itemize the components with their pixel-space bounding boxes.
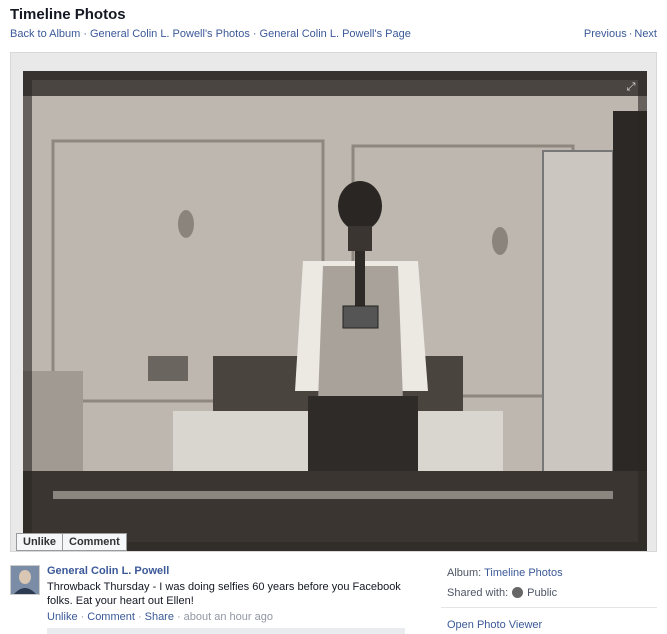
author-name[interactable]: General Colin L. Powell bbox=[47, 565, 169, 577]
avatar[interactable] bbox=[10, 565, 40, 595]
breadcrumb-separator: · bbox=[252, 28, 257, 40]
unlike-button[interactable]: Unlike bbox=[17, 534, 62, 550]
post-actions: Unlike · Comment · Share · about an hour ago bbox=[47, 611, 273, 623]
share-link[interactable]: Share bbox=[145, 611, 174, 623]
album-link[interactable]: Timeline Photos bbox=[484, 567, 562, 579]
photo-pager: Previous · Next bbox=[584, 28, 657, 40]
photo-illustration bbox=[23, 71, 647, 551]
post-caption: Throwback Thursday - I was doing selfies… bbox=[47, 581, 401, 607]
privacy-value[interactable]: Public bbox=[527, 587, 557, 599]
avatar-image bbox=[11, 566, 39, 594]
album-label: Album: bbox=[447, 567, 482, 579]
photos-link[interactable]: General Colin L. Powell's Photos bbox=[90, 28, 250, 40]
album-row: Album: Timeline Photos bbox=[447, 566, 563, 586]
page-title: Timeline Photos bbox=[10, 6, 126, 23]
action-separator: · bbox=[176, 611, 181, 623]
timestamp[interactable]: about an hour ago bbox=[184, 611, 273, 623]
globe-icon bbox=[512, 587, 524, 598]
breadcrumb: Back to Album · General Colin L. Powell's … bbox=[10, 28, 411, 40]
shared-with-row: Shared with: Public bbox=[447, 586, 563, 606]
photo-stage: ⤢ bbox=[10, 52, 657, 552]
open-photo-viewer-link[interactable]: Open Photo Viewer bbox=[447, 619, 542, 631]
photo-actions: Unlike Comment bbox=[16, 533, 127, 551]
photo[interactable]: ⤢ bbox=[23, 71, 647, 551]
shared-with-label: Shared with: bbox=[447, 587, 509, 599]
previous-link[interactable]: Previous bbox=[584, 28, 627, 40]
meta-divider bbox=[441, 607, 657, 608]
back-to-album-link[interactable]: Back to Album bbox=[10, 28, 80, 40]
comment-link[interactable]: Comment bbox=[87, 611, 135, 623]
comment-button[interactable]: Comment bbox=[62, 534, 126, 550]
comment-box[interactable] bbox=[47, 628, 405, 634]
breadcrumb-separator: · bbox=[83, 28, 87, 40]
page-link[interactable]: General Colin L. Powell's Page bbox=[260, 28, 411, 40]
action-separator: · bbox=[80, 611, 85, 623]
photo-meta: Album: Timeline Photos Shared with: Publi… bbox=[447, 566, 563, 606]
expand-icon[interactable]: ⤢ bbox=[625, 81, 637, 93]
unlike-link[interactable]: Unlike bbox=[47, 611, 78, 623]
action-separator: · bbox=[137, 611, 142, 623]
next-link[interactable]: Next bbox=[634, 28, 657, 40]
